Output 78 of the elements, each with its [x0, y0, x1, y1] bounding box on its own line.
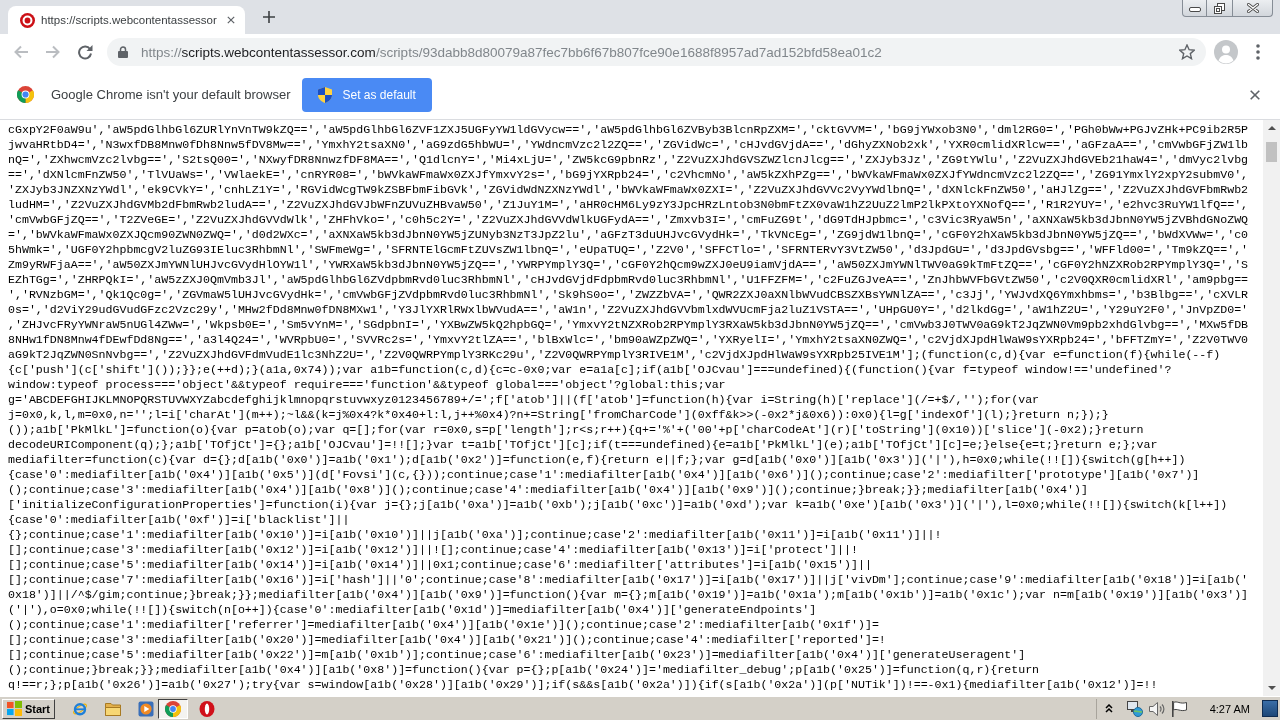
code-line: ('|'),o=0x0;while(!![]){switch(n[o++]){case'0':mediafilter[a1b('0x1d')]=mediafilter[a1b('0x4')]['generateEndpoints'] — [8, 602, 817, 617]
close-window-button[interactable] — [1233, 0, 1273, 17]
oval-ring-icon — [199, 700, 215, 717]
shield-icon — [318, 86, 333, 103]
code-line: mediafilter=function(c){var d={};d[a1b('0x0')]=a1b('0x1');d[a1b('0x2')]=function(e,f){return e||f;};var g=d[a1b('0x0')][a1b('0x3')]('|'),h=0x0;while(!![]){switch(g[h++]) — [8, 452, 1186, 467]
code-line: cGxpY2F0aW9u','aW5pdGlhbGl6ZURlYnVnTW9kZQ==','aW5pdGlhbGl6ZVF1ZXJ5UGFyYW1ldGVycw==','aW5pdGlhbGl6ZVByb3BlcnRpZXM=','cktGVVM=','bG9jYWxob3N0','dml2RG0=','PGh0bWw+PGJvZHk+PC9ib2R5P — [8, 122, 1249, 137]
code-line: ludHM=','Z2VuZXJhdGVMb2dFbmRwb2ludA==','Z2VuZXJhdGVJbWFnZUVuZHBvaW50','Z1JuY1M=','aHR0cHM6Ly9zY3JpcHRzLntob3N0bmFtZX0vaW1hZ2UuZ2lmP2lkPXtoYXNofQ==','R1R2YUY=','e2hvc3RuYW1lfQ==', — [8, 197, 1249, 212]
scrollbar-thumb[interactable] — [1266, 142, 1277, 162]
code-line: aG9kT2JqZWN0SnNvbg==','Z2VuZXJhdGVFdmVudE1lc3NhZ2U=','Z2V0QWRPYmplY3RKc29u','Z2V0QWRPYmplY3RIVE1M','c2VjdXJpdHlWaW9sYXRpb25IVE1M'];(function(c,d){var e=function(f){while(--f) — [8, 347, 1221, 362]
code-line: {case'0':mediafilter[a1b('0x4')][a1b('0x5')](d['Fovsi'](c,{}));continue;case'1':mediafilter[a1b('0x4')][a1b('0x6')]();continue;case'2':mediafilter['prototype'][a1b('0x7')] — [8, 467, 1200, 482]
minimize-button[interactable] — [1182, 0, 1207, 17]
close-icon — [1250, 89, 1260, 100]
code-line: 5hWmk=','UGF0Y2hpbmcgV2luZG93IEluc3RhbmNl','SWFmeWg=','SFRNTElGcmFtZUVsZW1lbnQ=','eUpaTUQ=','Z2V0','SFFCTlo=','SFRNTERvY3VtZW50','d3JpdGU=','d3JpdGVsbg==','WFFld00=','Tm9kZQ==',' — [8, 242, 1249, 257]
ring-icon — [20, 12, 35, 28]
code-line: 'ZXJyb3JNZXNzYWdl','ek9CVkY=','cnhLZ1Y=','RGVidWcgTW9kZSBFbmFibGVk','ZGVidWdNZXNzYWdl','bWVkaWFmaWx0ZXI=','Z2VuZXJhdGVVc2VyYWdlbnQ=','dXNlckFnZW50','aHJlZg==','Z2VuZXJhdGVFbmRwb2 — [8, 182, 1249, 197]
code-line: g='ABCDEFGHIJKLMNOPQRSTUVWXYZabcdefghijklmnopqrstuvwxyz0123456789+/=';f['atob']||(f['atob']=function(h){var i=String(h)['replace'](/=+$/,'');for(var — [8, 392, 1040, 407]
reload-icon — [77, 44, 93, 60]
code-line: [];continue;case'5':mediafilter[a1b('0x14')]=i[a1b('0x14')]||0x1;continue;case'6':mediafilter['attributes']=i[a1b('0x15')]|| — [8, 557, 872, 572]
code-line: ());a1b['PkMlkL']=function(o){var p=atob(o);var q=[];for(var r=0x0,s=p['length'];r<s;r++){q+='%'+('00'+p['charCodeAt'](r)['toString'](0x10))['slice'](-0x2);}return — [8, 422, 1144, 437]
code-line: ','RVNzbGM=','Qk1Qc0g=','ZGVmaW5lUHJvcGVydHk=','cmVwbGFjZVdpbmRvd0luc3RhbmNl','Sk9hS0o=','ZWZZbVA=','QWR2ZXJ0aXNlbWVudCBSZXBsYWNlZA==','c3Jj','YWJvdXQ6Ymxhbms=','b3Blbg==','cXVLR — [8, 287, 1249, 302]
browser-icon[interactable] — [72, 700, 88, 717]
show-desktop-button[interactable] — [1262, 700, 1278, 717]
code-line: ==','dXNlcmFnZW50','TlVUaWs=','VWlaekE=','cnRYR08=','bWVkaWFmaWx0ZXJfYmxvY2s=','bG9jYXRpb24=','c2VhcmNo','aW5kZXhPZg==','bWVkaWFmaWx0ZXJfYWdncmVzc2l2ZQ==','ZG91YmxlY2xpY2submV0', — [8, 167, 1249, 182]
code-line: ();continue;case'1':mediafilter['referrer']=mediafilter[a1b('0x4')][a1b('0x1e')]();continue;case'2':mediafilter[a1b('0x1f')]= — [8, 617, 879, 632]
code-line: ['initializeConfigurationProperties']=function(i){var j={};j[a1b('0xa')]=a1b('0xb');j[a1b('0xc')]=a1b('0xd');var k=a1b('0xe')[a1b('0x3')]('|'),l=0x0;while(!![]){switch(k[l++]) — [8, 497, 1228, 512]
address-bar[interactable]: https://scripts.webcontentassessor.com/scripts/93dabb8d80079a87fec7bb6f67b807fce90e1688f8957ad7ad152bfd58ea01c2 — [107, 38, 1206, 66]
code-line: {};continue;case'1':mediafilter[a1b('0x10')]=i[a1b('0x10')]||j[a1b('0xa')];continue;case'2':mediafilter[a1b('0x11')]=i[a1b('0x11')]||! — [8, 527, 942, 542]
menu-icon — [1256, 44, 1260, 60]
play-icon[interactable] — [138, 700, 154, 717]
browser-logo-icon — [17, 86, 34, 103]
code-line: ();continue;}break;}};mediafilter[a1b('0x4')][a1b('0x8')]=function(){var p={};p[a1b('0x24')]='mediafilter_debug';p[a1b('0x25')]=function(q,r){return — [8, 662, 1040, 677]
code-line: jwvaHRtbD4=','N3wxfDB8Mnw0fDh8Nnw5fDV8Mw==','YmxhY2tsaXN0','aG9zdG5hbWU=','YWdncmVzc2l2ZQ==','ZGVidWc=','cHJvdGVjdA==','dGhyZXNob2xk','YXR0cmlidXRlcw==','aGFzaA==','cmVwbGFjZW1lb — [8, 137, 1249, 152]
code-line: Zm9yRWFjaA==','aW50ZXJmYWNlUHJvcGVydHlOYW1l','YWRXaW5kb3dJbnN0YW5jZQ==','YWRPYmplY3Q=','cGF0Y2hQcm9wZXJ0eU9iamVjdA==','aW50ZXJmYWNlTWV0aG9kTmFtZQ==','cGF0Y2hNZXRob2RPYmplY3Q=','S — [8, 257, 1249, 272]
browser-logo-icon — [165, 700, 181, 717]
star-icon — [1179, 44, 1195, 60]
speaker-icon[interactable] — [1148, 700, 1165, 717]
minimize-icon — [1188, 7, 1201, 12]
code-line: 0x18')]||/^$/gim;continue;}break;}};mediafilter[a1b('0x4')][a1b('0x9')]=function(){var m={};m[a1b('0x19')]=a1b('0x1a');m[a1b('0x1b')]=a1b('0x1c');var n=m[a1b('0x19')][a1b('0x3')] — [8, 587, 1249, 602]
restore-icon — [1214, 2, 1225, 14]
forward-arrow-icon — [45, 44, 61, 60]
code-line: 8NHw1fDN8Mnw4fDEwfDd8Ng==','a3l4Q24=','WVRpbU0=','SVVRc2s=','YmxvY2tlZA==','blBxWlc=','bm90aWZpZWQ=','YXRyelI=','YmxhY2tsaXN0ZWQ=','c2VjdXJpdHlWaW9sYXRpb24=','bFFTZmY=','Z2V0TWV0 — [8, 332, 1249, 347]
browser-tab[interactable]: https://scripts.webcontentassessor — [8, 6, 245, 34]
code-line: [];continue;case'3':mediafilter[a1b('0x20')]=mediafilter[a1b('0x4')][a1b('0x21')]();continue;case'4':mediafilter['reported']=! — [8, 632, 886, 647]
clock: 4:27 AM — [1209, 702, 1250, 715]
code-line: EZhTGg=','ZHRPQkI=','aW5zZXJ0QmVmb3Jl','aW5pdGlhbGl6ZVdpbmRvd0luc3RhbmNl','cHJvdGVjdFdpbmRvd0luc3RhbmNl','U1FFZFM=','c2FuZGJveA==','ZnJhbWVFbGVtZW50','c2V0QXR0cmlidXRl','am9pbg== — [8, 272, 1249, 287]
scroll-down-icon[interactable] — [1267, 686, 1276, 690]
plus-icon — [263, 11, 275, 23]
avatar-icon — [1214, 40, 1238, 64]
code-line: 'cmVwbGFjZQ==','T2ZVeGE=','Z2VuZXJhdGVVdWlk','ZHFhVko=','c0h5c2Y=','Z2VuZXJhdGVVdWlkUGFydA==','Zmxvb3I=','cmFuZG9t','dG9TdHJpbmc=','c3Vic3RyaW5n','aXNXaW5kb3dJbnN0YW5jZVBhdGNoZWQ — [8, 212, 1249, 227]
network-icon[interactable] — [1126, 700, 1143, 717]
code-line: 0s=','d2ViY29udGVudGFzc2Vzc29y','MHw2fDd8Mnw0fDN8MXw1','Y3JlYXRlRWxlbWVudA==','aW1n','Z2VuZXJhdGVVbmlxdWVUcmFja2luZ1VSTA==','UHpGU0Y=','d2lkdGg=','aW1hZ2U=','Y29uY2F0','JnVpZD0=' — [8, 302, 1249, 317]
close-icon — [227, 16, 235, 24]
code-line: [];continue;case'3':mediafilter[a1b('0x12')]=i[a1b('0x12')]||![];continue;case'4':mediafilter[a1b('0x13')]=i['protect']||! — [8, 542, 858, 557]
code-line: ();continue;case'3':mediafilter[a1b('0x4')][a1b('0x8')]();continue;case'4':mediafilter[a1b('0x4')][a1b('0x9')]();continue;}break;}};mediafilter[a1b('0x4')] — [8, 482, 1088, 497]
task-button[interactable] — [158, 698, 188, 719]
code-line: nQ=','ZXhwcmVzc2lvbg==','S2tsQ00=','NXwyfDR8NnwzfDF8MA==','Q1dlcnY=','Mi4xLjU=','ZW5kcG9pbnRz','Z2VuZXJhdGVSZWZlcnJlcg==','ZXJyb3Jz','ZG9tYWlu','Z2VuZXJhdGVEb21haW4=','dmVyc2lvbg — [8, 152, 1249, 167]
back-arrow-icon — [13, 44, 29, 60]
flag-icon[interactable] — [1170, 700, 1187, 717]
code-line: q!==r;};p[a1b('0x26')]=a1b('0x27');try{var s=window[a1b('0x28')][a1b('0x29')];if(s&&s[a1b('0x2a')]){if(s[a1b('0x2a')](p['NUTik'])!==-0x1){mediafilter[a1b('0x12')]=!! — [8, 677, 1158, 692]
infobar-message: Google Chrome isn't your default browser — [51, 87, 291, 102]
code-line: decodeURIComponent(q);};a1b['TOfjCt']={};a1b['OJCvau']=!![];}var t=a1b['TOfjCt'][c];if(t===undefined){e=a1b['PkMlkL'](e);a1b['TOfjCt'][c]=e;}else{e=t;}return e;};var — [8, 437, 1158, 452]
scrollbar[interactable] — [1263, 120, 1280, 696]
code-line: ,'ZHJvcFRyYWNraW5nUGl4ZWw=','Wkpsb0E=','Sm5vYnM=','SGdpbnI=','YXBwZW5kQ2hpbGQ=','YmxvY2tNZXRob2RPYmplY3RXaW5kb3dJbnN0YW5jZQ==','cmVwb3J0TWV0aG9kT2JqZWN0Vm9pb2xhdGlvbg==','MXw5fDB — [8, 317, 1249, 332]
scroll-up-icon[interactable] — [1267, 126, 1276, 130]
code-line: {c['push'](c['shift']());}};e(++d);}(a1a,0x74));var a1b=function(c,d){c=c-0x0;var e=a1a[c];if(a1b['OJCvau']===undefined){(function(){var f=typeof window!=='undefined'? — [8, 362, 1172, 377]
flag-logo-icon — [6, 701, 22, 716]
code-line: =','bWVkaWFmaWx0ZXJQcm90ZWN0ZWQ=','d0d2WXc=','aXNXaW5kb3dJbnN0YW5jZUNyb3NzT3JpZ2lu','aGFzT3duUHJvcGVydHk=','TkVNcEg=','ZG9jdW1lbnQ=','cGF0Y2hXaW5kb3dJbnN0YW5jZQ==','bWdXVWw=','c0 — [8, 227, 1249, 242]
start-button[interactable]: Start — [2, 698, 55, 719]
restore-button[interactable] — [1207, 0, 1233, 17]
lock-icon — [118, 46, 128, 58]
code-line: {case'0':mediafilter[a1b('0xf')]=i['blacklist']|| — [8, 512, 350, 527]
folder-icon[interactable] — [105, 701, 121, 716]
code-line: j=0x0,k,l,m=0x0,n='';l=i['charAt'](m++);~l&&(k=j%0x4?k*0x40+l:l,j++%0x4)?n+=String['fromCharCode'](0xff&k>>(-0x2*j&0x6)):0x0){l=g['indexOf'](l);}return n;});} — [8, 407, 1109, 422]
code-line: [];continue;case'7':mediafilter[a1b('0x16')]=i['hash']||'0';continue;case'8':mediafilter[a1b('0x17')]=i[a1b('0x17')]||j['vivDm'];continue;case'9':mediafilter[a1b('0x18')]=i[a1b(' — [8, 572, 1249, 587]
close-icon — [1246, 3, 1259, 13]
double-chevron-up-icon[interactable] — [1104, 704, 1113, 713]
code-line: [];continue;case'5':mediafilter[a1b('0x22')]=m[a1b('0x1b')];continue;case'6':mediafilter[a1b('0x23')]=mediafilter[a1b('0x4')]['generateUseragent'] — [8, 647, 1026, 662]
code-line: window:typeof process==='object'&&typeof require==='function'&&typeof global==='object'?global:this;var — [8, 377, 726, 392]
